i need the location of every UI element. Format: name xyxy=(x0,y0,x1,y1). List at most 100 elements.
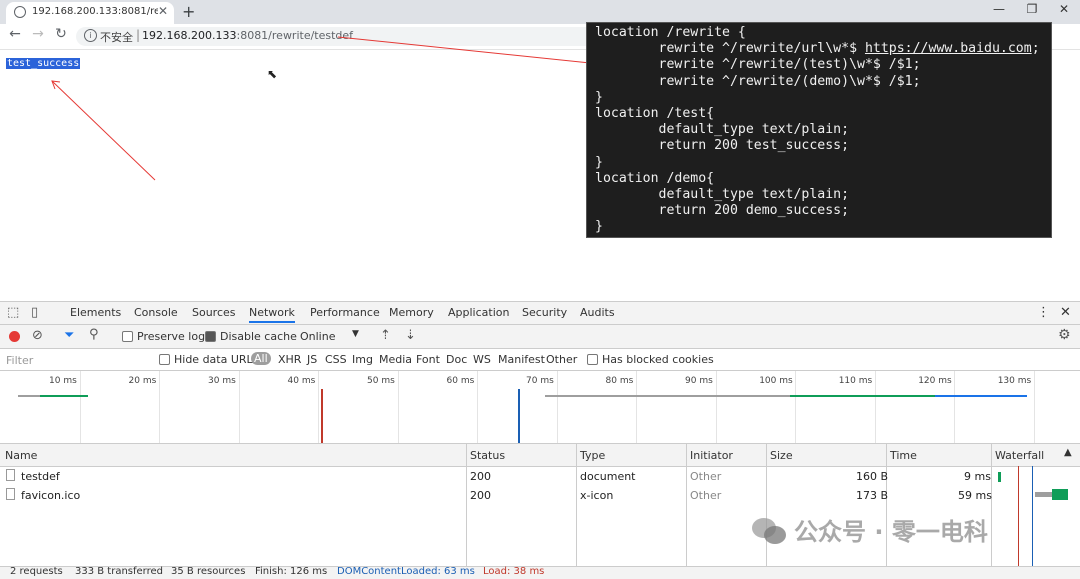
table-row[interactable]: testdef 200 document Other 160 B 9 ms xyxy=(0,467,991,485)
table-row[interactable]: favicon.ico 200 x-icon Other 173 B 59 ms xyxy=(0,486,992,504)
col-divider xyxy=(466,444,467,566)
timeline-gridline xyxy=(318,371,319,443)
inspect-element-icon[interactable]: ⬚ xyxy=(7,305,19,320)
filter-bar: Filter Hide data URLs All XHR JS CSS Img… xyxy=(0,349,1080,371)
filter-font[interactable]: Font xyxy=(416,353,440,366)
timeline-tick-label: 80 ms xyxy=(605,376,634,386)
timeline-gridline xyxy=(874,371,876,443)
filter-js[interactable]: JS xyxy=(307,353,317,366)
code-line: location /rewrite { xyxy=(595,25,746,40)
code-line: rewrite ^/rewrite/url\w*$ https://www.ba… xyxy=(595,41,1040,57)
hide-data-urls-checkbox[interactable] xyxy=(159,354,170,365)
document-icon xyxy=(6,469,15,481)
timeline-tick-label: 130 ms xyxy=(997,376,1032,386)
request-type: document xyxy=(580,470,636,483)
close-devtools-icon[interactable]: ✕ xyxy=(1060,305,1071,320)
waterfall-bar-testdef xyxy=(998,472,1001,482)
tab-console[interactable]: Console xyxy=(134,306,178,319)
clear-icon[interactable]: ⊘ xyxy=(32,328,43,343)
import-har-icon[interactable]: ⇡ xyxy=(380,328,391,343)
tab-sources[interactable]: Sources xyxy=(192,306,236,319)
code-line: } xyxy=(595,89,603,105)
col-size[interactable]: Size xyxy=(770,449,793,462)
request-name[interactable]: testdef xyxy=(21,470,60,483)
export-har-icon[interactable]: ⇣ xyxy=(405,328,416,343)
record-icon[interactable] xyxy=(9,331,20,342)
filter-img[interactable]: Img xyxy=(352,353,373,366)
tab-performance[interactable]: Performance xyxy=(310,306,380,319)
filter-doc[interactable]: Doc xyxy=(446,353,467,366)
code-block: location /rewrite { rewrite ^/rewrite/ur… xyxy=(587,23,1051,238)
request-table-header: Name Status Type Initiator Size Time Wat… xyxy=(0,444,1080,467)
watermark-text: 公众号 · 零一电科 xyxy=(794,518,988,546)
blocked-cookies-label: Has blocked cookies xyxy=(602,353,714,366)
code-line: } xyxy=(595,219,603,235)
throttle-select[interactable]: Online xyxy=(300,330,335,343)
timeline-tick-label: 100 ms xyxy=(759,376,793,386)
code-line: location /demo{ xyxy=(595,170,715,186)
timeline-bar-favicon-wait xyxy=(545,395,790,397)
disable-cache-checkbox[interactable] xyxy=(205,331,216,342)
col-type[interactable]: Type xyxy=(580,449,605,462)
network-status-bar: 2 requests 333 B transferred 35 B resour… xyxy=(0,566,1080,579)
filter-css[interactable]: CSS xyxy=(325,353,347,366)
timeline-tick-label: 30 ms xyxy=(208,376,236,386)
filter-xhr[interactable]: XHR xyxy=(278,353,301,366)
filter-ws[interactable]: WS xyxy=(473,353,491,366)
preserve-log-checkbox[interactable] xyxy=(122,331,133,342)
request-time: 9 ms xyxy=(964,470,991,483)
filter-other[interactable]: Other xyxy=(546,353,577,366)
col-status[interactable]: Status xyxy=(470,449,505,462)
request-size: 173 B xyxy=(856,489,889,502)
timeline-tick-label: 110 ms xyxy=(838,376,873,386)
timeline-gridline xyxy=(954,371,955,443)
timeline-tick-label: 50 ms xyxy=(367,376,395,386)
load-marker xyxy=(321,389,323,443)
network-overview-timeline[interactable]: 10 ms 20 ms 30 ms 40 ms 50 ms 60 ms 70 ms 80 ms… xyxy=(0,371,1080,444)
code-line: location /test{ xyxy=(595,106,715,122)
code-line: default_type text/plain; xyxy=(595,187,850,203)
timeline-bar-doc xyxy=(40,395,88,397)
col-waterfall[interactable]: Waterfall xyxy=(995,449,1044,462)
tab-audits[interactable]: Audits xyxy=(580,306,615,319)
chevron-down-icon[interactable]: ▼ xyxy=(352,329,359,339)
request-status: 200 xyxy=(470,489,491,502)
waterfall-load-line xyxy=(1018,466,1019,566)
request-name[interactable]: favicon.ico xyxy=(21,489,80,502)
blocked-cookies-checkbox[interactable] xyxy=(587,354,598,365)
search-icon[interactable]: ⚲ xyxy=(89,327,99,342)
device-toolbar-icon[interactable]: ▯ xyxy=(31,305,38,320)
status-resources: 35 B resources xyxy=(171,566,246,577)
filter-manifest[interactable]: Manifest xyxy=(498,353,545,366)
code-line: rewrite ^/rewrite/(demo)\w*$ /$1; xyxy=(595,73,921,89)
request-size: 160 B xyxy=(856,470,889,483)
tab-network[interactable]: Network xyxy=(249,306,295,323)
filter-all[interactable]: All xyxy=(251,352,271,365)
code-line: } xyxy=(595,154,603,170)
timeline-tick-label: 70 ms xyxy=(526,376,554,386)
timeline-gridline xyxy=(238,371,240,443)
status-requests: 2 requests xyxy=(10,566,63,577)
nginx-config-snippet: location /rewrite { rewrite ^/rewrite/ur… xyxy=(586,22,1052,238)
col-divider xyxy=(766,444,767,566)
waterfall-bar-favicon-wait xyxy=(1035,492,1052,497)
gear-icon[interactable]: ⚙ xyxy=(1058,327,1071,343)
timeline-gridline xyxy=(636,371,637,443)
filter-input[interactable]: Filter xyxy=(6,354,33,367)
more-options-icon[interactable]: ⋮ xyxy=(1037,305,1050,320)
tab-security[interactable]: Security xyxy=(522,306,567,319)
col-initiator[interactable]: Initiator xyxy=(690,449,733,462)
code-url-link[interactable]: https://www.baidu.com xyxy=(865,41,1032,56)
filter-icon[interactable]: ⏷ xyxy=(64,328,74,343)
request-type: x-icon xyxy=(580,489,614,502)
code-line: return 200 demo_success; xyxy=(595,203,850,219)
timeline-gridline xyxy=(159,371,160,443)
tab-memory[interactable]: Memory xyxy=(389,306,434,319)
filter-media[interactable]: Media xyxy=(379,353,412,366)
timeline-bar-favicon-tail xyxy=(935,395,1027,397)
tab-elements[interactable]: Elements xyxy=(70,306,121,319)
sort-up-icon[interactable]: ▲ xyxy=(1064,447,1072,458)
col-name[interactable]: Name xyxy=(5,449,37,462)
col-time[interactable]: Time xyxy=(890,449,917,462)
tab-application[interactable]: Application xyxy=(448,306,509,319)
